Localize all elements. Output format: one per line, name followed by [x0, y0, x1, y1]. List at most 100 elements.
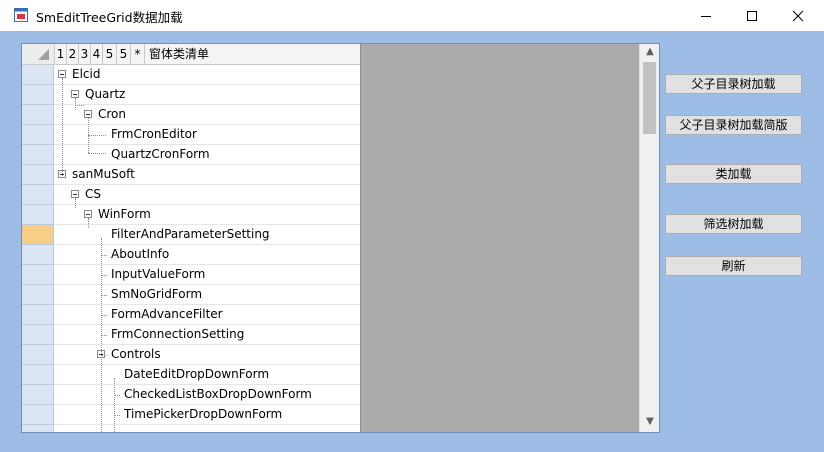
- row-header[interactable]: [22, 305, 54, 325]
- tree-line: [88, 153, 106, 154]
- collapse-icon[interactable]: [71, 190, 79, 198]
- tree-line: [62, 78, 63, 178]
- header-corner[interactable]: [22, 44, 55, 64]
- tree-row[interactable]: AboutInfo: [22, 245, 360, 265]
- tree-node-label: InputValueForm: [111, 267, 206, 281]
- form-client-area: 1 2 3 4 5 5 * 窗体类清单 Elcid Quartz Cron Fr…: [8, 31, 816, 444]
- parent-child-tree-load-simple-button[interactable]: 父子目录树加载简版: [665, 115, 802, 135]
- tree-row[interactable]: InputValueForm: [22, 265, 360, 285]
- close-button[interactable]: [775, 0, 821, 31]
- column-header[interactable]: *: [131, 44, 145, 64]
- tree-node-label: CheckedListBoxDropDownForm: [124, 387, 312, 401]
- row-header[interactable]: [22, 205, 54, 225]
- tree-node-label: FilterAndParameterSetting: [111, 227, 270, 241]
- tree-row[interactable]: FrmConnectionSetting: [22, 325, 360, 345]
- select-all-icon: [38, 49, 49, 60]
- column-header[interactable]: 5: [117, 44, 131, 64]
- row-header[interactable]: [22, 285, 54, 305]
- row-header[interactable]: [22, 345, 54, 365]
- tree-line: [75, 198, 76, 208]
- collapse-icon[interactable]: [84, 110, 92, 118]
- tree-line: [101, 335, 107, 336]
- column-header[interactable]: 2: [67, 44, 79, 64]
- minimize-icon: [701, 15, 711, 17]
- row-header[interactable]: [22, 425, 54, 432]
- tree-row[interactable]: Quartz: [22, 85, 360, 105]
- tree-grid[interactable]: 1 2 3 4 5 5 * 窗体类清单 Elcid Quartz Cron Fr…: [21, 43, 660, 433]
- tree-node-label: DateEditDropDownForm: [124, 367, 270, 381]
- tree-line: [101, 275, 107, 276]
- row-header[interactable]: [22, 405, 54, 425]
- row-header[interactable]: [22, 265, 54, 285]
- parent-child-tree-load-button[interactable]: 父子目录树加载: [665, 74, 802, 94]
- grid-header: 1 2 3 4 5 5 * 窗体类清单: [22, 44, 360, 65]
- tree-node-label: FrmCronEditor: [111, 127, 197, 141]
- scroll-thumb[interactable]: [643, 62, 656, 134]
- minimize-button[interactable]: [683, 0, 729, 31]
- vertical-scrollbar[interactable]: ▲ ▼: [639, 44, 659, 432]
- row-header[interactable]: [22, 125, 54, 145]
- column-header[interactable]: 窗体类清单: [145, 44, 360, 64]
- tree-row[interactable]: TimePickerDropDownForm: [22, 405, 360, 425]
- maximize-button[interactable]: [729, 0, 775, 31]
- row-header[interactable]: [22, 325, 54, 345]
- row-header[interactable]: [22, 365, 54, 385]
- tree-node-label: Cron: [98, 107, 126, 121]
- row-header[interactable]: [22, 245, 54, 265]
- tree-node-label: Quartz: [85, 87, 126, 101]
- tree-line: [101, 295, 107, 296]
- filter-tree-load-button[interactable]: 筛选树加载: [665, 214, 802, 234]
- column-header[interactable]: 5: [103, 44, 117, 64]
- tree-node-label: Controls: [111, 347, 161, 361]
- tree-line: [101, 255, 107, 256]
- scroll-down-icon[interactable]: ▼: [640, 414, 659, 430]
- title-bar: SmEditTreeGrid数据加载: [0, 0, 824, 31]
- window-title: SmEditTreeGrid数据加载: [36, 10, 183, 25]
- app-icon: [14, 8, 28, 22]
- tree-line: [101, 355, 107, 356]
- tree-row[interactable]: Controls: [22, 345, 360, 365]
- tree-row[interactable]: FormAdvanceFilter: [22, 305, 360, 325]
- tree-row[interactable]: sanMuSoft: [22, 165, 360, 185]
- row-header[interactable]: [22, 65, 54, 85]
- tree-row[interactable]: FrmCronEditor: [22, 125, 360, 145]
- collapse-icon[interactable]: [58, 70, 66, 78]
- close-icon: [792, 10, 804, 21]
- column-header[interactable]: 1: [55, 44, 67, 64]
- tree-rows: Elcid Quartz Cron FrmCronEditor QuartzCr…: [22, 65, 360, 432]
- tree-line: [114, 395, 120, 396]
- row-header[interactable]: [22, 105, 54, 125]
- tree-line: [75, 98, 76, 110]
- tree-node-label: TimePickerDropDownForm: [124, 407, 283, 421]
- tree-row[interactable]: Elcid: [22, 65, 360, 85]
- tree-row[interactable]: [22, 425, 360, 432]
- tree-node-label: Elcid: [72, 67, 101, 81]
- scroll-up-icon[interactable]: ▲: [640, 44, 659, 60]
- tree-row[interactable]: WinForm: [22, 205, 360, 225]
- tree-row[interactable]: DateEditDropDownForm: [22, 365, 360, 385]
- tree-row[interactable]: Cron: [22, 105, 360, 125]
- tree-row[interactable]: CS: [22, 185, 360, 205]
- column-header[interactable]: 3: [79, 44, 91, 64]
- tree-node-label: WinForm: [98, 207, 151, 221]
- tree-node-label: FormAdvanceFilter: [111, 307, 223, 321]
- collapse-icon[interactable]: [71, 90, 79, 98]
- row-header[interactable]: [22, 145, 54, 165]
- row-header[interactable]: [22, 185, 54, 205]
- row-header[interactable]: [22, 385, 54, 405]
- tree-row[interactable]: SmNoGridForm: [22, 285, 360, 305]
- row-header[interactable]: [22, 165, 54, 185]
- column-header[interactable]: 4: [91, 44, 103, 64]
- tree-row[interactable]: FilterAndParameterSetting: [22, 225, 360, 245]
- tree-row[interactable]: CheckedListBoxDropDownForm: [22, 385, 360, 405]
- tree-node-label: AboutInfo: [111, 247, 170, 261]
- tree-node-label: sanMuSoft: [72, 167, 135, 181]
- collapse-icon[interactable]: [84, 210, 92, 218]
- refresh-button[interactable]: 刷新: [665, 256, 802, 276]
- tree-line: [101, 315, 107, 316]
- grid-empty-area: [360, 44, 640, 432]
- row-header[interactable]: [22, 85, 54, 105]
- tree-row[interactable]: QuartzCronForm: [22, 145, 360, 165]
- class-load-button[interactable]: 类加载: [665, 164, 802, 184]
- row-header-selected[interactable]: [22, 225, 54, 245]
